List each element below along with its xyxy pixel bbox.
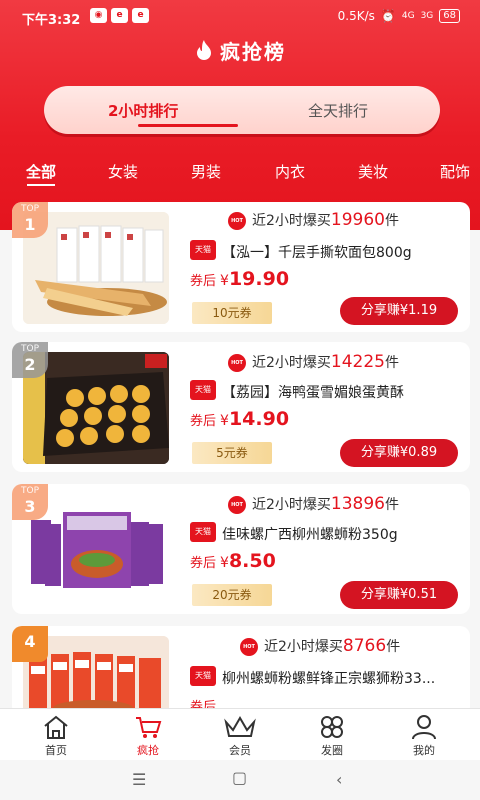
flame-icon bbox=[194, 39, 214, 66]
price: 券后 ¥8.50 bbox=[190, 550, 276, 572]
sales-count: 近2小时爆买19960件 bbox=[252, 210, 400, 230]
product-card[interactable]: TOP 2 HOT 近2小时爆买14225件 天猫 【荔园】海鸭蛋雪媚娘蛋黄酥 券… bbox=[12, 342, 470, 472]
net-speed: 0.5K/s bbox=[337, 9, 375, 23]
product-name[interactable]: 【荔园】海鸭蛋雪媚娘蛋黄酥 bbox=[222, 382, 462, 402]
product-name[interactable]: 佳味螺广西柳州螺蛳粉350g bbox=[222, 524, 462, 544]
rank-badge: TOP 1 bbox=[12, 202, 48, 238]
sales-count: 近2小时爆买13896件 bbox=[252, 494, 400, 514]
status-time: 下午3:32 bbox=[22, 13, 81, 28]
nav-home[interactable]: 首页 bbox=[8, 709, 104, 761]
coupon-badge: 10元券 bbox=[192, 302, 272, 324]
page-title-text: 疯抢榜 bbox=[220, 40, 286, 64]
tmall-badge: 天猫 bbox=[190, 666, 216, 686]
hot-icon: HOT bbox=[228, 496, 246, 514]
tab-women[interactable]: 女装 bbox=[108, 161, 138, 182]
sales-count: 近2小时爆买8766件 bbox=[264, 636, 401, 656]
status-bar: 下午3:32 ◉ e e 0.5K/s ⏰ 4G 3G 68 bbox=[0, 0, 480, 34]
sim2-signal-icon: 3G bbox=[420, 11, 434, 21]
price: 券后 ¥19.90 bbox=[190, 268, 290, 290]
share-earn-button[interactable]: 分享赚¥0.51 bbox=[340, 581, 458, 609]
alarm-icon: ⏰ bbox=[380, 9, 396, 23]
sales-count: 近2小时爆买14225件 bbox=[252, 352, 400, 372]
product-card[interactable]: TOP 1 HOT 近2小时爆买19960件 天猫 【泓一】千层手撕软面包800g… bbox=[12, 202, 470, 332]
system-navigation-bar: ☰ ▢ ‹ bbox=[0, 760, 480, 800]
back-icon[interactable]: ‹ bbox=[336, 770, 342, 789]
nav-moments[interactable]: 发圈 bbox=[284, 709, 380, 761]
tmall-badge: 天猫 bbox=[190, 380, 216, 400]
nav-profile[interactable]: 我的 bbox=[376, 709, 472, 761]
battery-icon: 68 bbox=[439, 9, 460, 23]
category-tab-underline bbox=[27, 184, 55, 186]
product-card[interactable]: 4 HOT 近2小时爆买8766件 天猫 柳州螺蛳粉螺鲜锋正宗螺狮粉33... … bbox=[12, 626, 470, 716]
tab-all-day-ranking[interactable]: 全天排行 bbox=[308, 100, 368, 121]
home-button-icon[interactable]: ▢ bbox=[232, 768, 247, 787]
tab-all[interactable]: 全部 bbox=[26, 161, 56, 182]
hot-icon: HOT bbox=[228, 354, 246, 372]
notification-app-icon: ◉ bbox=[90, 8, 107, 23]
tab-2h-ranking[interactable]: 2小时排行 bbox=[108, 100, 178, 121]
share-earn-button[interactable]: 分享赚¥0.89 bbox=[340, 439, 458, 467]
share-earn-button[interactable]: 分享赚¥1.19 bbox=[340, 297, 458, 325]
tmall-badge: 天猫 bbox=[190, 522, 216, 542]
product-name[interactable]: 柳州螺蛳粉螺鲜锋正宗螺狮粉33... bbox=[222, 668, 462, 688]
active-tab-underline bbox=[138, 124, 238, 127]
price: 券后 ¥14.90 bbox=[190, 408, 290, 430]
status-right: 0.5K/s ⏰ 4G 3G 68 bbox=[338, 9, 460, 23]
tab-accessories[interactable]: 配饰 bbox=[440, 161, 470, 182]
coupon-badge: 20元券 bbox=[192, 584, 272, 606]
sim1-signal-icon: 4G bbox=[401, 11, 415, 21]
tab-underwear[interactable]: 内衣 bbox=[275, 161, 305, 182]
bottom-navigation: 首页 疯抢 会员 发圈 我的 bbox=[0, 708, 480, 760]
status-app-icons: ◉ e e bbox=[90, 8, 149, 23]
product-name[interactable]: 【泓一】千层手撕软面包800g bbox=[222, 242, 462, 262]
rank-badge: TOP 3 bbox=[12, 484, 48, 520]
home-icon bbox=[44, 715, 68, 739]
tmall-badge: 天猫 bbox=[190, 240, 216, 260]
nav-member[interactable]: 会员 bbox=[192, 709, 288, 761]
notification-app-icon: e bbox=[111, 8, 128, 23]
time-range-tabs: 2小时排行 全天排行 bbox=[44, 86, 440, 134]
notification-app-icon: e bbox=[132, 8, 149, 23]
clover-icon bbox=[321, 716, 343, 738]
hot-icon: HOT bbox=[240, 638, 258, 656]
rank-badge: TOP 2 bbox=[12, 342, 48, 378]
cart-icon bbox=[136, 717, 162, 738]
nav-flash-sale[interactable]: 疯抢 bbox=[100, 709, 196, 761]
rank-badge: 4 bbox=[12, 626, 48, 662]
page-title: 疯抢榜 bbox=[0, 36, 480, 66]
hot-icon: HOT bbox=[228, 212, 246, 230]
crown-icon bbox=[224, 716, 256, 737]
recent-apps-icon[interactable]: ☰ bbox=[132, 770, 146, 789]
product-card[interactable]: TOP 3 HOT 近2小时爆买13896件 天猫 佳味螺广西柳州螺蛳粉350g … bbox=[12, 484, 470, 614]
tab-men[interactable]: 男装 bbox=[191, 161, 221, 182]
tab-beauty[interactable]: 美妆 bbox=[358, 161, 388, 182]
user-icon bbox=[412, 715, 436, 740]
category-tabs: 全部 女装 男装 内衣 美妆 配饰 bbox=[0, 150, 480, 190]
coupon-badge: 5元券 bbox=[192, 442, 272, 464]
